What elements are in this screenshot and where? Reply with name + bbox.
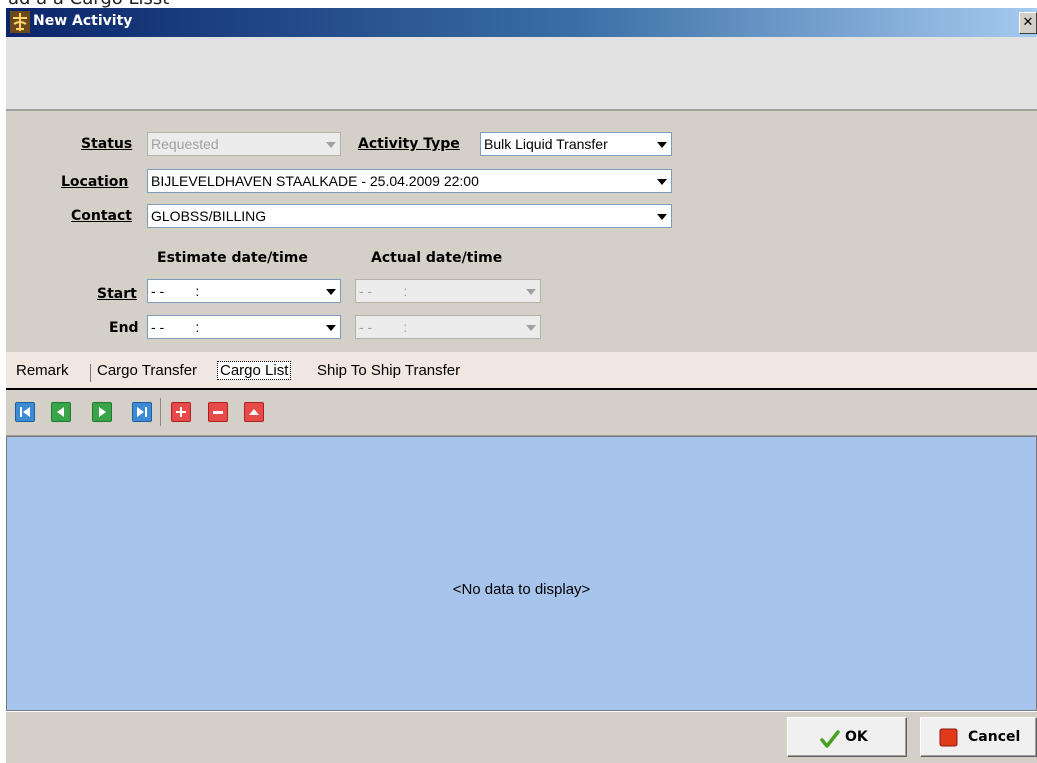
chevron-down-icon[interactable] <box>652 170 671 192</box>
app-icon <box>10 11 30 33</box>
contact-value: GLOBSS/BILLING <box>151 208 267 224</box>
title-bar: New Activity ✕ <box>6 8 1037 37</box>
cargo-list-grid[interactable]: <No data to display> <box>6 436 1037 711</box>
chevron-down-icon[interactable] <box>652 205 671 227</box>
start-actual-picker: - - : <box>355 279 541 303</box>
actual-datetime-header: Actual date/time <box>371 250 503 266</box>
close-icon: ✕ <box>1022 15 1034 30</box>
chevron-down-icon[interactable] <box>652 133 671 155</box>
location-label: Location <box>61 174 129 190</box>
chevron-down-icon[interactable] <box>321 280 340 302</box>
estimate-datetime-header: Estimate date/time <box>157 250 308 266</box>
location-value: BIJLEVELDHAVEN STAALKADE - 25.04.2009 22… <box>151 173 479 189</box>
ok-button[interactable]: OK <box>787 717 907 757</box>
add-record-icon[interactable] <box>171 402 191 422</box>
activity-type-value: Bulk Liquid Transfer <box>484 136 608 152</box>
empty-grid-message: <No data to display> <box>452 581 591 598</box>
previous-record-icon[interactable] <box>51 402 71 422</box>
move-up-icon[interactable] <box>244 402 264 422</box>
ok-button-label: OK <box>845 729 868 745</box>
contact-label: Contact <box>71 208 132 224</box>
status-value: Requested <box>151 136 219 152</box>
top-cropped-strip: ad a a Cargo Lisst <box>0 0 1037 8</box>
contact-select[interactable]: GLOBSS/BILLING <box>147 204 672 228</box>
checkmark-icon <box>820 730 840 748</box>
tab-strip: Remark Cargo Transfer Cargo List Ship To… <box>6 352 1037 390</box>
end-actual-picker: - - : <box>355 315 541 339</box>
stop-icon <box>939 728 958 747</box>
header-panel <box>6 37 1037 111</box>
status-select: Requested <box>147 132 341 156</box>
close-button[interactable]: ✕ <box>1019 12 1037 34</box>
end-label: End <box>109 320 139 336</box>
activity-type-label: Activity Type <box>358 136 460 152</box>
tab-remark[interactable]: Remark <box>16 362 69 379</box>
cancel-button-label: Cancel <box>968 729 1021 745</box>
tab-divider <box>90 364 91 382</box>
dialog-button-bar: OK Cancel <box>6 711 1037 763</box>
last-record-icon[interactable] <box>132 402 152 422</box>
chevron-down-icon <box>521 316 540 338</box>
next-record-icon[interactable] <box>92 402 112 422</box>
chevron-down-icon <box>521 280 540 302</box>
end-actual-value: - - : <box>359 319 408 335</box>
activity-type-select[interactable]: Bulk Liquid Transfer <box>480 132 672 156</box>
cancel-button[interactable]: Cancel <box>920 717 1037 757</box>
start-estimate-value: - - : <box>151 283 200 299</box>
start-actual-value: - - : <box>359 283 408 299</box>
top-cropped-text: ad a a Cargo Lisst <box>8 0 169 8</box>
chevron-down-icon[interactable] <box>321 316 340 338</box>
tab-cargo-transfer[interactable]: Cargo Transfer <box>97 362 197 379</box>
delete-record-icon[interactable] <box>208 402 228 422</box>
start-label: Start <box>97 286 137 302</box>
end-estimate-value: - - : <box>151 319 200 335</box>
window-title: New Activity <box>33 13 133 29</box>
grid-toolbar <box>6 390 1037 436</box>
start-estimate-picker[interactable]: - - : <box>147 279 341 303</box>
chevron-down-icon <box>321 133 340 155</box>
status-label: Status <box>81 136 133 152</box>
tab-cargo-list[interactable]: Cargo List <box>217 361 292 380</box>
end-estimate-picker[interactable]: - - : <box>147 315 341 339</box>
tab-ship-to-ship-transfer[interactable]: Ship To Ship Transfer <box>317 362 460 379</box>
activity-form: Status Requested Activity Type Bulk Liqu… <box>6 111 1037 352</box>
toolbar-divider <box>160 398 161 426</box>
first-record-icon[interactable] <box>15 402 35 422</box>
location-select[interactable]: BIJLEVELDHAVEN STAALKADE - 25.04.2009 22… <box>147 169 672 193</box>
